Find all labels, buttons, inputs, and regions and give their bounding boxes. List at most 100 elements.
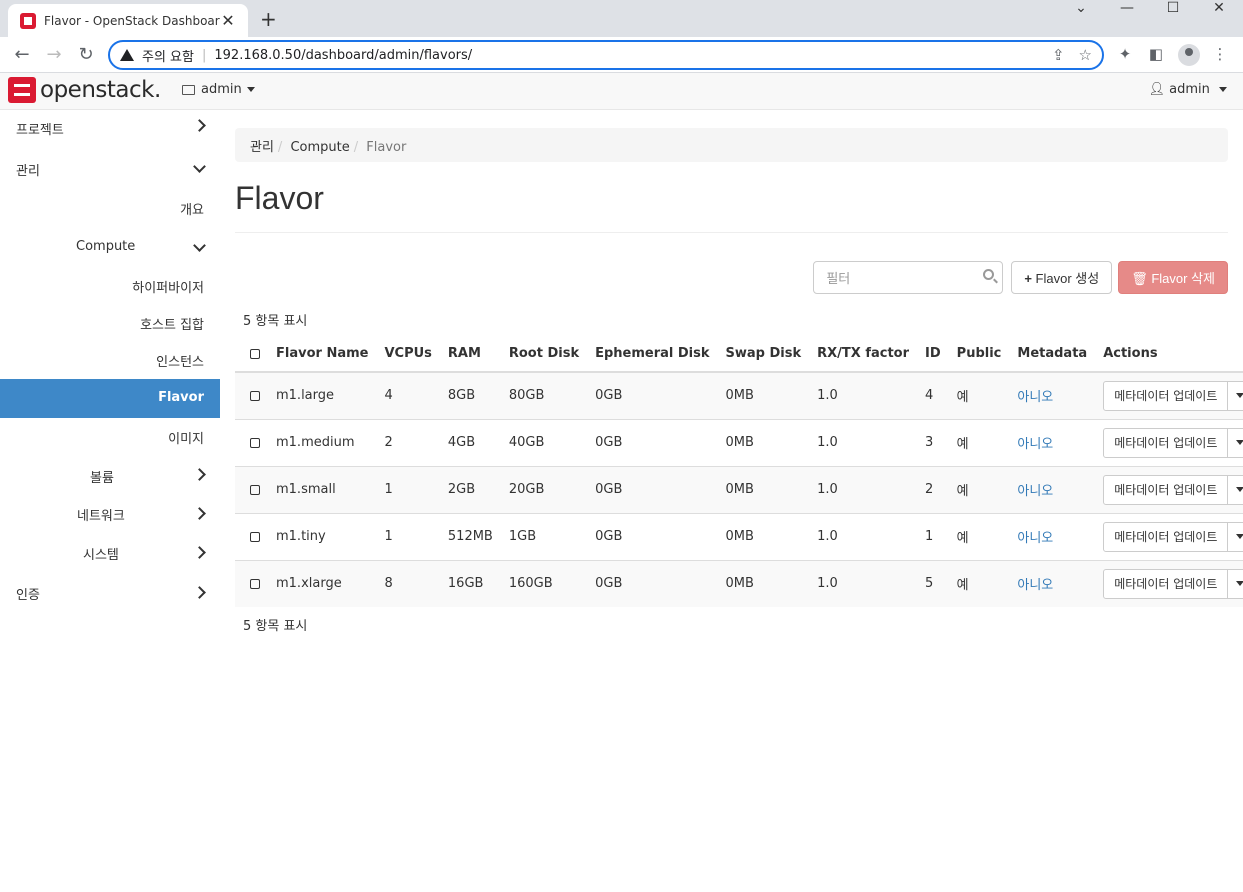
column-header[interactable]: Ephemeral Disk [587, 336, 718, 373]
omnibox[interactable]: 주의 요함 | 192.168.0.50/dashboard/admin/fla… [108, 40, 1104, 70]
row-checkbox-cell [235, 418, 268, 466]
column-header[interactable]: RAM [439, 336, 501, 373]
metadata-link[interactable]: 아니오 [1017, 484, 1053, 499]
sidebar-item-identity[interactable]: 인증 [0, 574, 220, 613]
cell-eph: 0GB [587, 512, 718, 560]
update-metadata-button[interactable]: 메타데이터 업데이트 [1103, 568, 1229, 599]
column-header[interactable]: RX/TX factor [809, 336, 918, 373]
breadcrumb-item[interactable]: 관리 [250, 140, 274, 155]
sidebar-item-compute[interactable]: Compute [0, 227, 220, 266]
cell-public: 예 [948, 418, 1010, 466]
maximize-icon[interactable]: ☐ [1150, 0, 1196, 17]
row-checkbox[interactable] [250, 531, 260, 542]
cell-swap: 0MB [717, 371, 810, 419]
actions-dropdown-toggle[interactable] [1228, 568, 1243, 599]
back-icon[interactable]: ← [8, 43, 36, 67]
column-header[interactable]: Swap Disk [717, 336, 810, 373]
warning-icon[interactable] [120, 49, 134, 61]
user-dropdown[interactable]: 👤︎ admin [1148, 82, 1227, 97]
top-navbar: openstack. admin 👤︎ admin [0, 73, 1243, 110]
reload-icon[interactable]: ↻ [72, 43, 100, 67]
close-window-icon[interactable]: ✕ [1196, 0, 1242, 17]
row-actions: 메타데이터 업데이트 [1103, 568, 1243, 599]
sidebar-item-overview[interactable]: 개요 [0, 188, 220, 227]
row-checkbox[interactable] [250, 437, 260, 448]
metadata-link[interactable]: 아니오 [1017, 578, 1053, 593]
column-header[interactable]: Flavor Name [268, 336, 377, 373]
row-checkbox[interactable] [250, 390, 260, 401]
column-header[interactable]: Metadata [1009, 336, 1096, 373]
select-all-checkbox-cell [235, 336, 268, 373]
column-header[interactable]: Public [948, 336, 1010, 373]
sidebar-item-flavors[interactable]: Flavor [0, 379, 220, 418]
cell-id: 4 [917, 371, 949, 419]
cell-rxtx: 1.0 [809, 512, 918, 560]
sidebar-item-admin[interactable]: 관리 [0, 149, 220, 188]
sidebar-item-system[interactable]: 시스템 [0, 535, 220, 574]
forward-icon[interactable]: → [40, 43, 68, 67]
row-checkbox[interactable] [250, 484, 260, 495]
column-header[interactable]: VCPUs [376, 336, 440, 373]
sidebar-item-hypervisors[interactable]: 하이퍼바이저 [0, 266, 220, 305]
sidebar-item-instances[interactable]: 인스턴스 [0, 340, 220, 379]
minimize-icon[interactable]: — [1104, 0, 1150, 17]
row-checkbox[interactable] [250, 578, 260, 589]
close-tab-icon[interactable]: ✕ [220, 11, 236, 30]
column-header[interactable]: Root Disk [500, 336, 588, 373]
actions-dropdown-toggle[interactable] [1228, 474, 1243, 505]
sidebar-item-images[interactable]: 이미지 [0, 418, 220, 457]
sidebar: 프로젝트 관리 개요 Compute 하이퍼바이저 호스트 집합 인스턴스 Fl… [0, 110, 220, 892]
browser-tab[interactable]: Flavor - OpenStack Dashboard ✕ [8, 4, 248, 37]
new-tab-icon[interactable]: + [260, 7, 277, 31]
tab-search-icon[interactable]: ⌄ [1058, 0, 1104, 17]
project-icon [182, 84, 195, 95]
profile-avatar-icon[interactable] [1178, 44, 1200, 66]
address-bar-row: ← → ↻ 주의 요함 | 192.168.0.50/dashboard/adm… [0, 37, 1243, 73]
update-metadata-button[interactable]: 메타데이터 업데이트 [1103, 474, 1229, 505]
chevron-down-icon [193, 239, 206, 252]
security-label[interactable]: 주의 요함 [142, 46, 194, 65]
main-content: 관리 / Compute / Flavor Flavor 필터 + Flavor 생… [235, 128, 1243, 634]
select-all-checkbox[interactable] [250, 348, 260, 359]
cell-name: m1.tiny [268, 512, 377, 560]
sidebar-item-network[interactable]: 네트워크 [0, 496, 220, 535]
create-flavor-button[interactable]: + Flavor 생성 [1011, 261, 1113, 294]
delete-flavor-button[interactable]: 🗑︎ Flavor 삭제 [1118, 261, 1228, 294]
caret-down-icon [1236, 487, 1243, 492]
actions-dropdown-toggle[interactable] [1228, 521, 1243, 552]
delete-flavor-label: Flavor 삭제 [1151, 271, 1215, 286]
actions-dropdown-toggle[interactable] [1228, 380, 1243, 411]
cell-actions: 메타데이터 업데이트 [1095, 465, 1243, 513]
actions-dropdown-toggle[interactable] [1228, 427, 1243, 458]
search-icon[interactable] [983, 269, 995, 280]
share-icon[interactable]: ⇪ [1052, 46, 1065, 64]
openstack-logo[interactable]: openstack. [8, 77, 161, 103]
metadata-link[interactable]: 아니오 [1017, 390, 1053, 405]
chevron-right-icon [193, 546, 206, 559]
breadcrumb-item[interactable]: Compute [290, 140, 349, 155]
sidebar-item-project[interactable]: 프로젝트 [0, 110, 220, 149]
extensions-icon[interactable]: ✦ [1115, 45, 1135, 63]
sidebar-item-host-aggregates[interactable]: 호스트 집합 [0, 303, 220, 342]
update-metadata-button[interactable]: 메타데이터 업데이트 [1103, 521, 1229, 552]
metadata-link[interactable]: 아니오 [1017, 531, 1053, 546]
sidebar-item-label: 개요 [180, 203, 204, 218]
row-checkbox-cell [235, 371, 268, 419]
metadata-link[interactable]: 아니오 [1017, 437, 1053, 452]
trash-icon: 🗑︎ [1131, 271, 1148, 286]
bookmark-star-icon[interactable]: ☆ [1079, 46, 1092, 64]
cell-public: 예 [948, 559, 1010, 607]
update-metadata-button[interactable]: 메타데이터 업데이트 [1103, 380, 1229, 411]
side-panel-icon[interactable]: ◧ [1146, 45, 1166, 63]
cell-ram: 16GB [439, 559, 501, 607]
url-text[interactable]: 192.168.0.50/dashboard/admin/flavors/ [214, 48, 1038, 63]
project-dropdown[interactable]: admin [182, 82, 255, 97]
row-actions: 메타데이터 업데이트 [1103, 380, 1243, 411]
sidebar-item-volume[interactable]: 볼륨 [0, 457, 220, 496]
column-header[interactable]: ID [917, 336, 949, 373]
menu-kebab-icon[interactable]: ⋮ [1210, 45, 1230, 63]
cell-rxtx: 1.0 [809, 418, 918, 466]
update-metadata-button[interactable]: 메타데이터 업데이트 [1103, 427, 1229, 458]
cell-rxtx: 1.0 [809, 371, 918, 419]
filter-input[interactable]: 필터 [813, 261, 1004, 294]
